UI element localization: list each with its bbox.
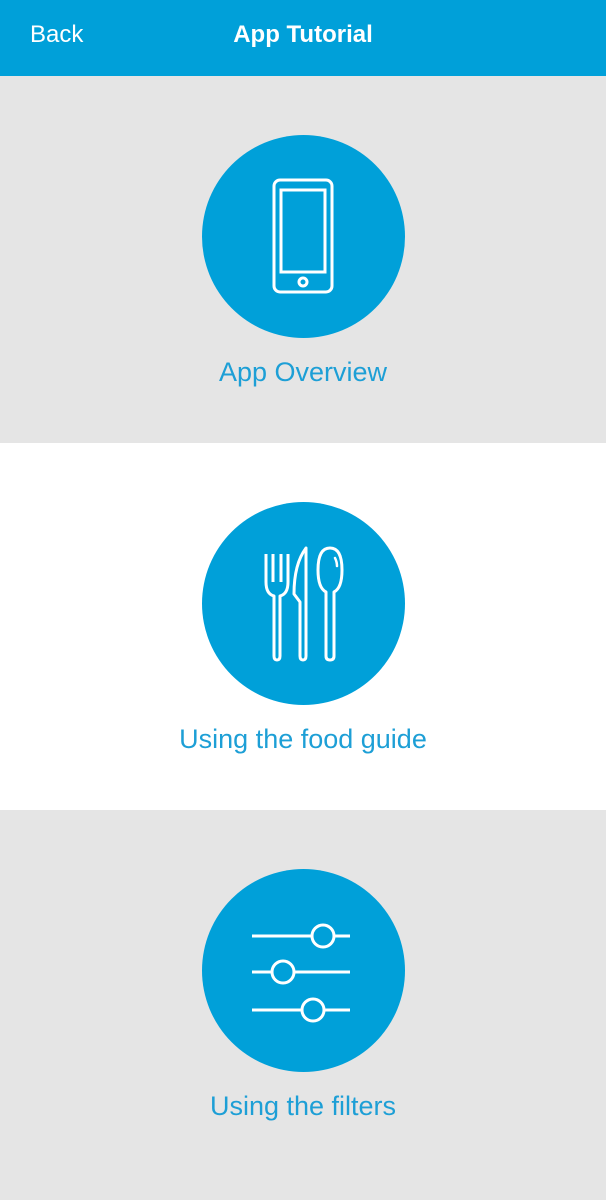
tutorial-item-app-overview[interactable]: App Overview [0, 76, 606, 443]
app-overview-icon-circle [202, 135, 405, 338]
page-title: App Tutorial [233, 21, 373, 48]
tutorial-item-food-guide[interactable]: Using the food guide [0, 443, 606, 810]
cutlery-icon [264, 546, 344, 662]
tutorial-item-filters[interactable]: Using the filters [0, 810, 606, 1177]
section-label: App Overview [218, 357, 388, 387]
navigation-bar: Back App Tutorial [0, 0, 606, 76]
sliders-icon [252, 923, 350, 1023]
food-guide-icon-circle [202, 502, 405, 705]
section-label: Using the filters [209, 1091, 397, 1121]
section-label: Using the food guide [179, 724, 427, 754]
phone-icon [272, 178, 334, 294]
filters-icon-circle [202, 869, 405, 1072]
